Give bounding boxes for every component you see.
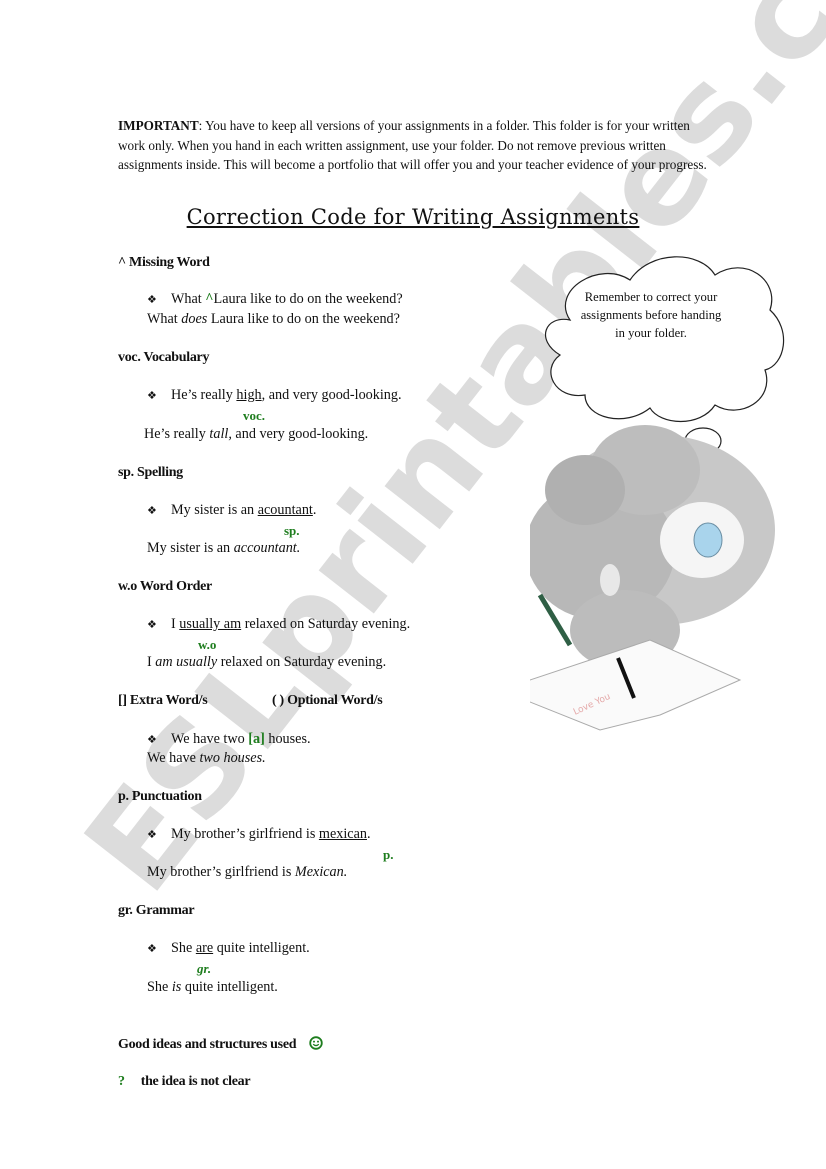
heading-word-order: w.o Word Order: [118, 579, 212, 594]
teddy-bear: [530, 425, 775, 670]
code-wo: w.o: [198, 637, 217, 652]
cloud-reminder-text: Remember to correct your assignments bef…: [580, 290, 722, 340]
correction-spelling: My sister is an accountant.: [147, 540, 301, 556]
bullet-icon: ❖: [147, 294, 157, 306]
caret-mark: ^: [205, 291, 214, 307]
correction-word-order: I am usually relaxed on Saturday evening…: [147, 654, 387, 670]
heading-missing-word: ^ Missing Word: [118, 255, 210, 270]
heading-vocabulary: voc. Vocabulary: [118, 350, 210, 365]
heading-punctuation: p. Punctuation: [118, 789, 202, 804]
unclear-label: the idea is not clear: [140, 1074, 251, 1089]
page-title: Correction Code for Writing Assignments: [186, 205, 640, 229]
code-voc: voc.: [243, 408, 266, 423]
correction-punctuation: My brother’s girlfriend is Mexican.: [147, 864, 348, 880]
example-word-order: ❖ I usually am relaxed on Saturday evenin…: [147, 616, 411, 632]
bullet-icon: ❖: [147, 619, 157, 631]
question-mark-icon: ?: [118, 1074, 125, 1089]
heading-extra-words: [] Extra Word/s: [118, 693, 208, 708]
example-spelling: ❖ My sister is an acountant.: [147, 502, 317, 518]
good-ideas-row: Good ideas and structures used: [118, 1036, 324, 1053]
heading-optional-words: ( ) Optional Word/s: [272, 693, 383, 708]
good-ideas-label: Good ideas and structures used: [118, 1037, 297, 1052]
bullet-icon: ❖: [147, 390, 157, 402]
example-extra-words: ❖ We have two [a] houses.: [147, 731, 311, 747]
example-grammar: ❖ She are quite intelligent.: [147, 940, 310, 956]
example-punctuation: ❖ My brother’s girlfriend is mexican.: [147, 826, 371, 842]
example-vocabulary: ❖ He’s really high, and very good-looking…: [147, 387, 402, 403]
unclear-row: ? the idea is not clear: [118, 1074, 251, 1090]
important-label: IMPORTANT: [118, 118, 199, 133]
teddy-nose: [693, 522, 723, 558]
example-missing-word: ❖ What ^Laura like to do on the weekend?: [147, 291, 403, 307]
bullet-icon: ❖: [147, 734, 157, 746]
correction-missing-word: What does Laura like to do on the weeken…: [147, 311, 400, 327]
smiley-icon: [309, 1036, 324, 1050]
correction-grammar: She is quite intelligent.: [147, 979, 278, 995]
bullet-icon: ❖: [147, 505, 157, 517]
important-paragraph: IMPORTANT: You have to keep all versions…: [118, 116, 708, 175]
heading-spelling: sp. Spelling: [118, 465, 183, 480]
correction-extra-words: We have two houses.: [147, 750, 266, 766]
letter-paper: [530, 639, 742, 731]
heading-grammar: gr. Grammar: [118, 903, 195, 918]
bullet-icon: ❖: [147, 829, 157, 841]
extra-word-mark: [a]: [248, 731, 265, 747]
code-sp: sp.: [284, 523, 300, 538]
correction-vocabulary: He’s really tall, and very good-looking.: [144, 426, 369, 442]
code-gr: gr.: [197, 961, 212, 976]
code-p: p.: [383, 847, 394, 862]
important-text: : You have to keep all versions of your …: [118, 118, 707, 172]
bullet-icon: ❖: [147, 943, 157, 955]
